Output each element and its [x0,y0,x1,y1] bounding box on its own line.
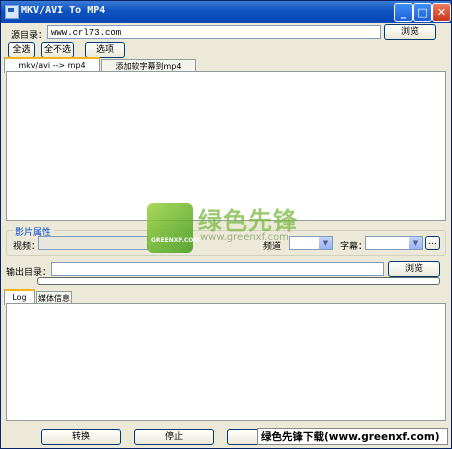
close-button[interactable]: ✕ [432,3,451,22]
watermark-logo-text: GREENXF.COM [151,237,200,244]
minimize-button[interactable]: _ [394,3,413,22]
options-button[interactable]: 选项 [85,42,125,58]
select-none-button[interactable]: 全不选 [41,42,74,58]
more-button[interactable]: ... [425,236,440,250]
watermark-text: 绿色先锋 [198,207,298,235]
source-browse-button[interactable]: 浏览 [384,24,436,40]
watermark-url: www.greenxf.com [200,232,289,243]
subtitle-label: 字幕： [340,242,368,252]
video-combo[interactable] [38,236,148,250]
source-dir-label: 源目录： [11,31,48,41]
video-label: 视频： [13,242,41,252]
stop-button[interactable]: 停止 [134,429,214,445]
audio-combo[interactable]: ▼ [289,236,333,250]
subtitle-combo[interactable]: ▼ [365,236,423,250]
progress-bar [37,277,440,285]
watermark-logo: GREENXF.COM [147,203,199,253]
chevron-down-icon[interactable]: ▼ [409,237,422,249]
title-bar[interactable]: MKV/AVI To MP4 _ □ ✕ [1,1,451,23]
select-all-button[interactable]: 全选 [8,42,35,58]
app-icon [5,5,19,19]
output-dir-input[interactable] [51,262,384,276]
window-title: MKV/AVI To MP4 [21,5,106,16]
log-panel[interactable] [6,303,446,421]
file-list[interactable] [6,71,446,221]
convert-button[interactable]: 转换 [41,429,121,445]
chevron-down-icon[interactable]: ▼ [319,237,332,249]
watermark-banner: 绿色先锋下载(www.greenxf.com) [257,428,448,445]
source-dir-input[interactable]: www.crl73.com [47,25,381,39]
output-browse-button[interactable]: 浏览 [388,261,440,277]
maximize-button[interactable]: □ [413,3,432,22]
